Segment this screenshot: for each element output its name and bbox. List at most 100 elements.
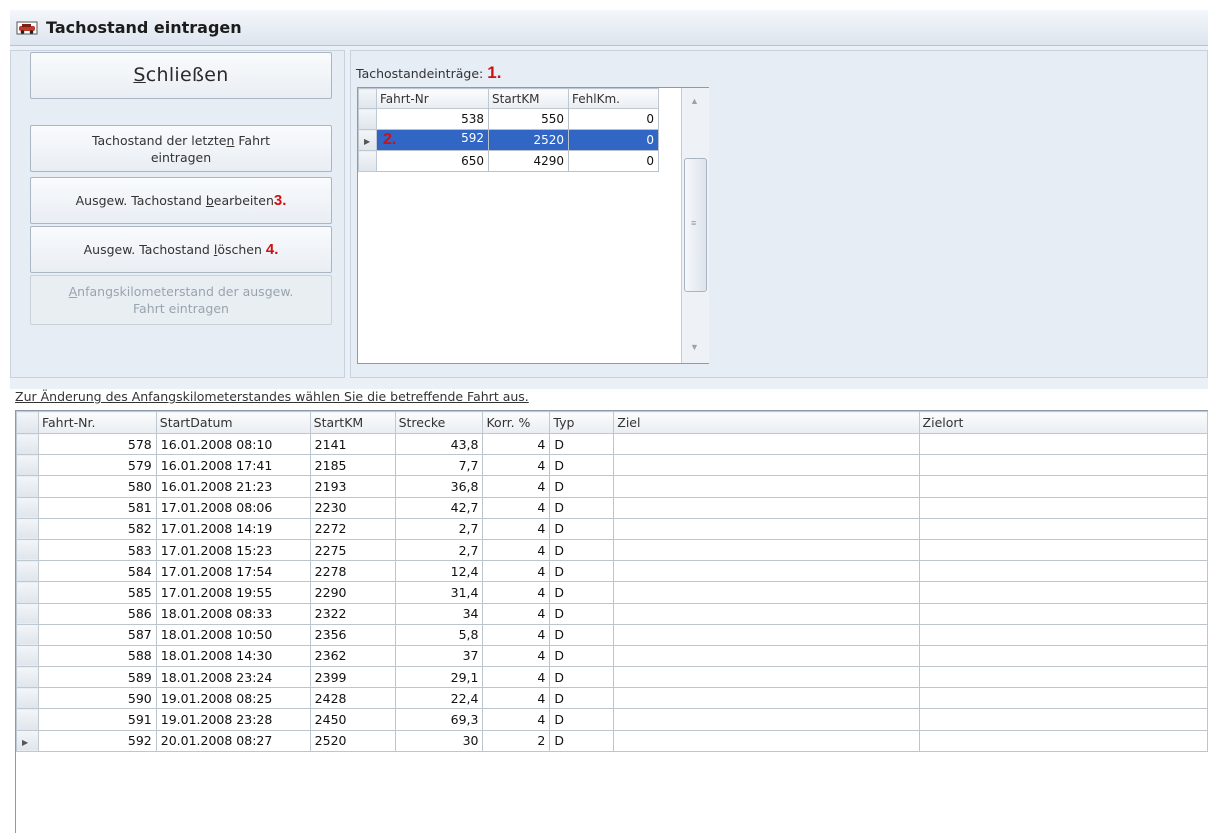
korr-cell[interactable]: 4 — [482, 432, 551, 456]
table-row[interactable]: 581 17.01.2008 08:06 2230 42,7 4 D — [16, 496, 1208, 519]
fahrt-nr-cell[interactable]: 538 — [376, 108, 489, 130]
zielort-cell[interactable] — [918, 687, 1208, 710]
strecke-cell[interactable]: 69,3 — [394, 708, 484, 731]
startdatum-cell[interactable]: 18.01.2008 23:24 — [155, 666, 311, 689]
row-indicator[interactable] — [16, 666, 39, 689]
startkm-cell[interactable]: 2185 — [309, 454, 396, 477]
startdatum-cell[interactable]: 16.01.2008 08:10 — [155, 432, 311, 456]
zielort-cell[interactable] — [918, 538, 1208, 562]
trips-grid[interactable]: Fahrt-Nr. StartDatum StartKM Strecke Kor… — [15, 410, 1208, 833]
zielort-cell[interactable] — [918, 496, 1208, 519]
table-row[interactable]: 538 550 0 — [358, 108, 659, 130]
zielort-cell[interactable] — [918, 602, 1208, 625]
entries-scrollbar[interactable]: ▲ ≡ ▼ — [681, 88, 709, 363]
fahrt-nr-cell[interactable]: 583 — [37, 538, 157, 562]
row-indicator[interactable] — [16, 623, 39, 646]
ziel-cell[interactable] — [613, 560, 920, 583]
korr-cell[interactable]: 2 — [482, 729, 551, 752]
startkm-cell[interactable]: 2322 — [309, 602, 396, 625]
korr-cell[interactable]: 4 — [482, 623, 551, 646]
table-row[interactable]: 583 17.01.2008 15:23 2275 2,7 4 D — [16, 538, 1208, 562]
korr-cell[interactable]: 4 — [482, 475, 551, 498]
fahrt-nr-cell[interactable]: 592 — [37, 729, 157, 752]
startdatum-cell[interactable]: 18.01.2008 10:50 — [155, 623, 311, 646]
fahrt-nr-cell[interactable]: 589 — [37, 666, 157, 689]
strecke-cell[interactable]: 2,7 — [394, 538, 484, 562]
zielort-cell[interactable] — [918, 454, 1208, 477]
typ-cell[interactable]: D — [549, 560, 615, 583]
row-indicator[interactable] — [16, 475, 39, 498]
zielort-cell[interactable] — [918, 517, 1208, 540]
strecke-cell[interactable]: 43,8 — [394, 432, 484, 456]
fahrt-nr-cell[interactable]: 590 — [37, 687, 157, 710]
column-header-startdatum[interactable]: StartDatum — [155, 411, 311, 434]
korr-cell[interactable]: 4 — [482, 687, 551, 710]
column-header-zielort[interactable]: Zielort — [918, 411, 1208, 434]
strecke-cell[interactable]: 37 — [394, 644, 484, 668]
table-row[interactable]: 589 18.01.2008 23:24 2399 29,1 4 D — [16, 666, 1208, 689]
startkm-cell[interactable]: 550 — [488, 108, 569, 130]
row-indicator[interactable]: ▶ — [16, 729, 39, 752]
zielort-cell[interactable] — [918, 708, 1208, 731]
startkm-cell[interactable]: 2450 — [309, 708, 396, 731]
korr-cell[interactable]: 4 — [482, 517, 551, 540]
strecke-cell[interactable]: 29,1 — [394, 666, 484, 689]
korr-cell[interactable]: 4 — [482, 581, 551, 604]
ziel-cell[interactable] — [613, 496, 920, 519]
table-row[interactable]: 584 17.01.2008 17:54 2278 12,4 4 D — [16, 560, 1208, 583]
fahrt-nr-cell[interactable]: 581 — [37, 496, 157, 519]
row-indicator[interactable] — [16, 538, 39, 562]
startkm-cell[interactable]: 2362 — [309, 644, 396, 668]
fehlkm-cell[interactable]: 0 — [568, 108, 659, 130]
scroll-down-icon[interactable]: ▼ — [690, 342, 699, 352]
fahrt-nr-cell[interactable]: 584 — [37, 560, 157, 583]
fahrt-nr-cell[interactable]: 588 — [37, 644, 157, 668]
startkm-cell[interactable]: 2275 — [309, 538, 396, 562]
ziel-cell[interactable] — [613, 475, 920, 498]
korr-cell[interactable]: 4 — [482, 560, 551, 583]
startkm-cell[interactable]: 2520 — [488, 129, 569, 151]
strecke-cell[interactable]: 36,8 — [394, 475, 484, 498]
fahrt-nr-cell[interactable]: 582 — [37, 517, 157, 540]
scrollbar-thumb[interactable]: ≡ — [684, 158, 707, 292]
column-header-fahrt-nr[interactable]: Fahrt-Nr. — [37, 411, 157, 434]
row-indicator[interactable] — [358, 150, 377, 172]
korr-cell[interactable]: 4 — [482, 644, 551, 668]
korr-cell[interactable]: 4 — [482, 538, 551, 562]
startkm-cell[interactable]: 2520 — [309, 729, 396, 752]
ziel-cell[interactable] — [613, 581, 920, 604]
strecke-cell[interactable]: 7,7 — [394, 454, 484, 477]
typ-cell[interactable]: D — [549, 708, 615, 731]
scroll-up-icon[interactable]: ▲ — [690, 96, 699, 106]
row-indicator[interactable] — [16, 560, 39, 583]
row-indicator[interactable] — [16, 432, 39, 456]
zielort-cell[interactable] — [918, 475, 1208, 498]
startdatum-cell[interactable]: 16.01.2008 17:41 — [155, 454, 311, 477]
strecke-cell[interactable]: 5,8 — [394, 623, 484, 646]
zielort-cell[interactable] — [918, 581, 1208, 604]
delete-selected-button[interactable]: Ausgew. Tachostand löschen 4. — [30, 226, 332, 273]
column-header-strecke[interactable]: Strecke — [394, 411, 484, 434]
startkm-cell[interactable]: 2272 — [309, 517, 396, 540]
startkm-cell[interactable]: 2278 — [309, 560, 396, 583]
close-button[interactable]: Schließen — [30, 52, 332, 99]
strecke-cell[interactable]: 12,4 — [394, 560, 484, 583]
fahrt-nr-cell[interactable]: 579 — [37, 454, 157, 477]
ziel-cell[interactable] — [613, 538, 920, 562]
row-indicator[interactable] — [16, 581, 39, 604]
startdatum-cell[interactable]: 17.01.2008 08:06 — [155, 496, 311, 519]
column-header-fahrt-nr[interactable]: Fahrt-Nr — [376, 88, 489, 109]
typ-cell[interactable]: D — [549, 581, 615, 604]
strecke-cell[interactable]: 34 — [394, 602, 484, 625]
ziel-cell[interactable] — [613, 517, 920, 540]
startkm-cell[interactable]: 2141 — [309, 432, 396, 456]
column-header-typ[interactable]: Typ — [549, 411, 615, 434]
row-indicator[interactable] — [16, 687, 39, 710]
column-header-startkm[interactable]: StartKM — [488, 88, 569, 109]
ziel-cell[interactable] — [613, 708, 920, 731]
startdatum-cell[interactable]: 17.01.2008 14:19 — [155, 517, 311, 540]
ziel-cell[interactable] — [613, 729, 920, 752]
strecke-cell[interactable]: 30 — [394, 729, 484, 752]
startkm-cell[interactable]: 2290 — [309, 581, 396, 604]
table-row[interactable]: 586 18.01.2008 08:33 2322 34 4 D — [16, 602, 1208, 625]
